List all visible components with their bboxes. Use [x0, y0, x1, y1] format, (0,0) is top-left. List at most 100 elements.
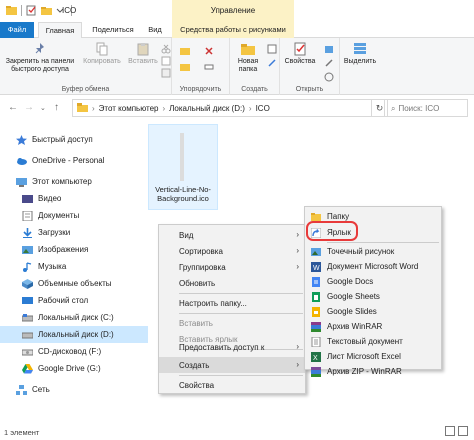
- nav-item-google-drive[interactable]: Google Drive (G:): [0, 360, 148, 377]
- documents-icon: [22, 210, 33, 221]
- context-menu: Вид › Сортировка › Группировка › Обновить Н…: [158, 224, 306, 394]
- tab-view[interactable]: Вид: [144, 22, 166, 38]
- submenu-item-word[interactable]: W Документ Microsoft Word: [305, 259, 441, 274]
- new-folder-label: Новая папка: [237, 58, 259, 73]
- open-icon[interactable]: [324, 44, 334, 54]
- new-group-label: Создать: [241, 86, 268, 93]
- properties-icon[interactable]: [26, 5, 37, 16]
- context-menu-item-properties[interactable]: Свойства: [159, 377, 305, 393]
- large-icons-view-icon[interactable]: [458, 426, 468, 436]
- google-drive-icon: [22, 363, 33, 374]
- new-folder-button[interactable]: Новая папка: [232, 42, 264, 74]
- submenu-item-text-document[interactable]: Текстовый документ: [305, 334, 441, 349]
- tab-home[interactable]: Главная: [38, 22, 82, 39]
- paste-shortcut-icon[interactable]: [161, 68, 171, 78]
- highlight-annotation: [306, 221, 358, 241]
- submenu-item-bitmap[interactable]: Точечный рисунок: [305, 244, 441, 259]
- submenu-item-google-sheets[interactable]: Google Sheets: [305, 289, 441, 304]
- file-item[interactable]: Vertical-Line-No-Background.ico: [148, 124, 218, 210]
- nav-item-pictures[interactable]: Изображения: [0, 241, 148, 258]
- drive-icon: [21, 330, 34, 340]
- context-menu-item-share[interactable]: Предоставить доступ к ›: [159, 339, 305, 355]
- context-menu-item-view[interactable]: Вид ›: [159, 227, 305, 243]
- up-icon[interactable]: ↑: [54, 102, 59, 113]
- easy-access-icon[interactable]: [267, 58, 277, 68]
- copy-path-icon[interactable]: [161, 56, 171, 66]
- nav-item-3d-objects[interactable]: Объемные объекты: [0, 275, 148, 292]
- details-view-icon[interactable]: [445, 426, 455, 436]
- breadcrumb-item[interactable]: Локальный диск (D:): [169, 104, 245, 113]
- menu-label: Предоставить доступ к: [179, 343, 265, 352]
- delete-icon[interactable]: [204, 46, 214, 56]
- title-bar: ICO Управление: [0, 0, 474, 22]
- nav-item-desktop[interactable]: Рабочий стол: [0, 292, 148, 309]
- submenu-item-google-slides[interactable]: Google Slides: [305, 304, 441, 319]
- nav-item-quick-access[interactable]: Быстрый доступ: [0, 131, 148, 148]
- context-menu-item-customize[interactable]: Настроить папку...: [159, 295, 305, 311]
- pin-quick-access-button[interactable]: Закрепить на панели быстрого доступа: [4, 42, 76, 74]
- new-folder-icon[interactable]: [41, 5, 52, 16]
- forward-icon[interactable]: →: [24, 102, 34, 113]
- tab-picture-tools[interactable]: Средства работы с рисунками: [172, 22, 294, 38]
- copy-to-icon[interactable]: [180, 62, 190, 72]
- submenu-item-google-docs[interactable]: Google Docs: [305, 274, 441, 289]
- view-toggles: [445, 426, 468, 436]
- edit-icon[interactable]: [324, 58, 334, 68]
- select-button[interactable]: Выделить: [342, 42, 378, 66]
- submenu-item-zip-winrar[interactable]: Архив ZIP - WinRAR: [305, 364, 441, 377]
- nav-label: Быстрый доступ: [32, 135, 93, 144]
- search-input[interactable]: ⌕ Поиск: ICO: [384, 99, 468, 117]
- pin-icon: [33, 42, 47, 56]
- nav-item-video[interactable]: Видео: [0, 190, 148, 207]
- nav-item-downloads[interactable]: Загрузки: [0, 224, 148, 241]
- nav-item-this-pc[interactable]: Этот компьютер: [0, 173, 148, 190]
- nav-item-documents[interactable]: Документы: [0, 207, 148, 224]
- cloud-icon: [16, 156, 27, 166]
- star-icon: [16, 134, 27, 145]
- copy-button[interactable]: Копировать: [80, 42, 124, 66]
- google-slides-icon: [311, 307, 321, 317]
- context-menu-item-refresh[interactable]: Обновить: [159, 275, 305, 291]
- paste-button[interactable]: Вставить: [126, 42, 160, 66]
- chevron-right-icon: ›: [92, 103, 95, 113]
- breadcrumb-item[interactable]: Этот компьютер: [99, 104, 159, 113]
- nav-item-network[interactable]: Сеть: [0, 381, 148, 398]
- item-count: 1 элемент: [4, 428, 40, 437]
- rename-icon[interactable]: [204, 62, 214, 72]
- submenu-item-winrar[interactable]: Архив WinRAR: [305, 319, 441, 334]
- context-menu-item-new[interactable]: Создать ›: [159, 357, 305, 373]
- breadcrumb-item[interactable]: ICO: [256, 104, 270, 113]
- tab-manage[interactable]: Управление: [172, 0, 294, 22]
- properties-button[interactable]: Свойства: [282, 42, 318, 66]
- address-path[interactable]: › Этот компьютер › Локальный диск (D:) ›…: [72, 99, 372, 117]
- context-menu-item-sort[interactable]: Сортировка ›: [159, 243, 305, 259]
- search-placeholder: Поиск: ICO: [398, 104, 440, 113]
- move-to-icon[interactable]: [180, 46, 190, 56]
- context-menu-item-paste[interactable]: Вставить: [159, 315, 305, 331]
- context-menu-item-group[interactable]: Группировка ›: [159, 259, 305, 275]
- zip-winrar-icon: [311, 367, 321, 377]
- menu-divider: [179, 293, 303, 294]
- nav-label: Сеть: [32, 385, 50, 394]
- svg-text:W: W: [313, 265, 320, 272]
- google-sheets-icon: [311, 292, 321, 302]
- nav-item-onedrive[interactable]: OneDrive - Personal: [0, 152, 148, 169]
- nav-item-cd-drive[interactable]: CD-дисковод (F:): [0, 343, 148, 360]
- pictures-icon: [22, 245, 33, 255]
- nav-item-drive-c[interactable]: Локальный диск (C:): [0, 309, 148, 326]
- status-bar: 1 элемент: [0, 424, 474, 440]
- nav-item-drive-d[interactable]: Локальный диск (D:): [0, 326, 148, 343]
- tab-file[interactable]: Файл: [0, 22, 34, 38]
- nav-label: Изображения: [38, 245, 89, 254]
- back-icon[interactable]: ←: [8, 102, 18, 113]
- tab-share[interactable]: Поделиться: [88, 22, 138, 38]
- chevron-down-icon[interactable]: ⌄: [40, 104, 46, 112]
- nav-item-music[interactable]: Музыка: [0, 258, 148, 275]
- cut-icon[interactable]: [161, 44, 171, 54]
- text-document-icon: [311, 336, 321, 348]
- folder-icon: [6, 5, 17, 16]
- chevron-right-icon: ›: [296, 262, 299, 271]
- new-item-icon[interactable]: [267, 44, 277, 54]
- history-icon[interactable]: [324, 72, 334, 82]
- submenu-item-excel[interactable]: X Лист Microsoft Excel: [305, 349, 441, 364]
